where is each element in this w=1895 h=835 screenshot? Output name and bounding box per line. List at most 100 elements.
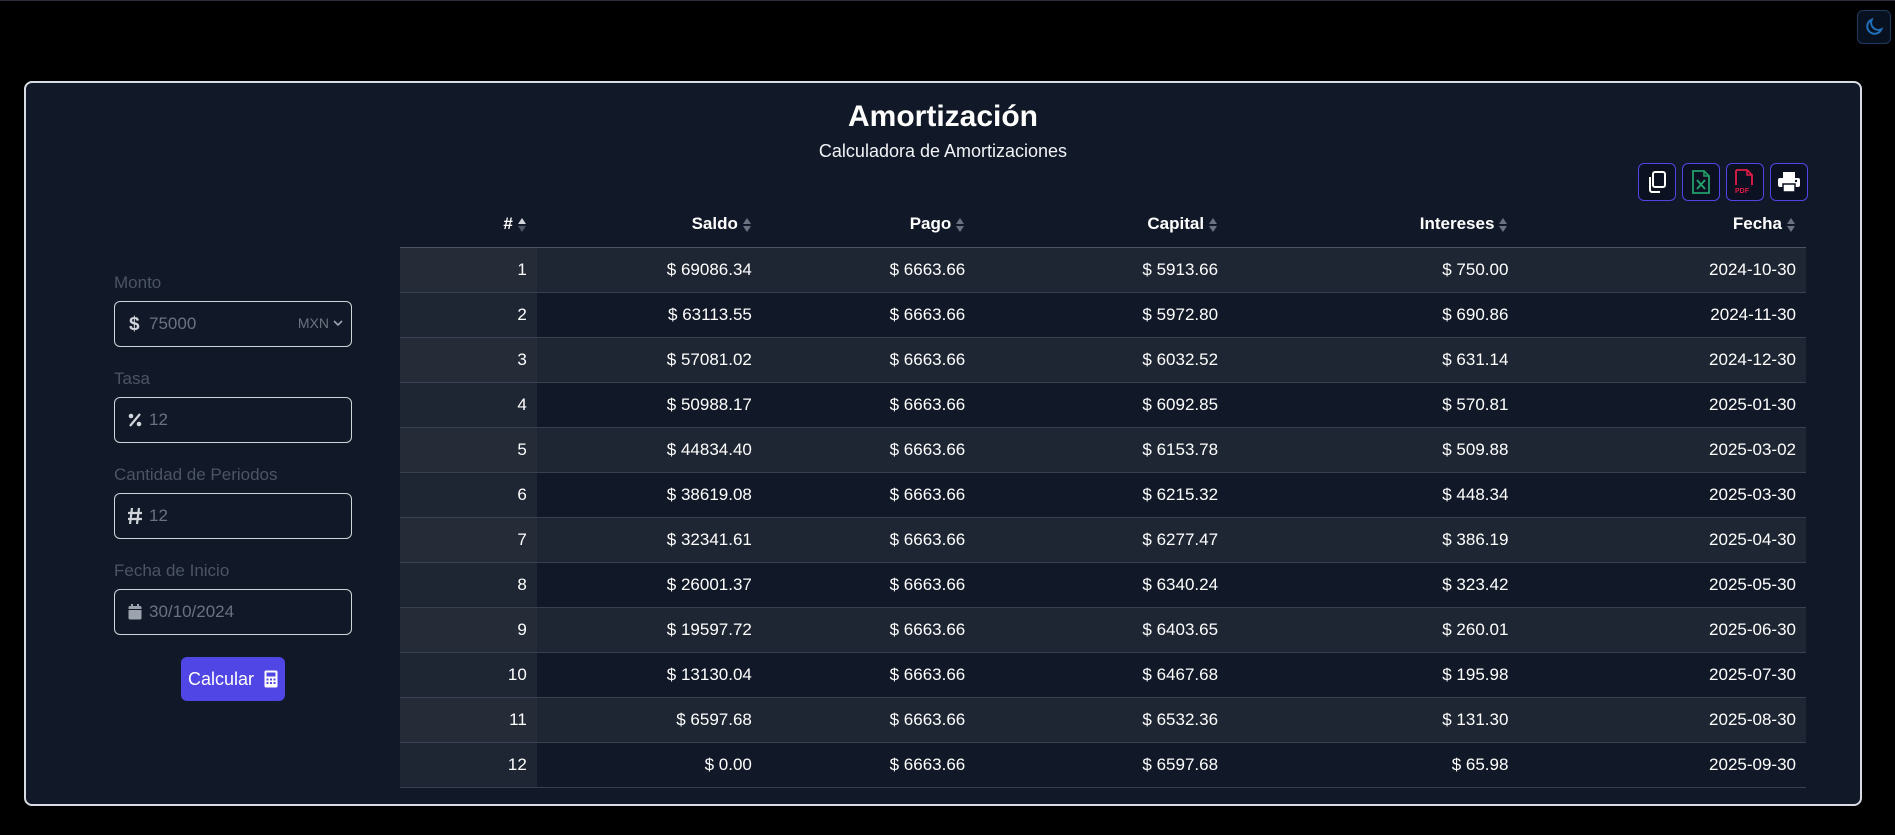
table-cell: $ 44834.40 <box>536 427 762 473</box>
table-cell: $ 6663.66 <box>761 652 976 698</box>
sort-icon <box>742 217 751 232</box>
table-cell: $ 6663.66 <box>761 382 976 428</box>
sort-icon <box>1787 217 1795 232</box>
monto-input[interactable] <box>149 314 289 334</box>
table-cell: 3 <box>400 337 537 383</box>
fecha-field[interactable] <box>114 589 352 635</box>
table-cell: $ 6597.68 <box>975 742 1229 788</box>
column-header[interactable]: Saldo <box>536 201 762 248</box>
amortization-form: Monto $ MXN Tasa Cantidad de Periodos <box>114 273 352 701</box>
calendar-icon <box>125 602 145 622</box>
table-cell: $ 6467.68 <box>975 652 1229 698</box>
table-cell: $ 195.98 <box>1228 652 1519 698</box>
page-subtitle: Calculadora de Amortizaciones <box>818 141 1068 161</box>
copy-button[interactable] <box>1638 163 1676 201</box>
table-cell: 2025-09-30 <box>1518 742 1806 788</box>
percent-icon <box>125 410 145 430</box>
table-cell: 8 <box>400 562 537 608</box>
table-cell: 6 <box>400 472 537 518</box>
table-row: 6 $ 38619.08 $ 6663.66 $ 6215.32 $ 448.34 202… <box>400 472 1806 518</box>
table-cell: 1 <box>400 247 537 293</box>
table-cell: $ 260.01 <box>1228 607 1519 653</box>
table-row: 5 $ 44834.40 $ 6663.66 $ 6153.78 $ 509.88 202… <box>400 427 1806 473</box>
table-cell: 12 <box>400 742 537 788</box>
table-cell: 2025-01-30 <box>1518 382 1806 428</box>
sort-icon <box>517 217 526 232</box>
table-row: 7 $ 32341.61 $ 6663.66 $ 6277.47 $ 386.19 202… <box>400 517 1806 563</box>
table-cell: $ 6663.66 <box>761 292 976 338</box>
chevron-down-icon <box>333 320 343 327</box>
calcular-button[interactable]: Calcular <box>181 657 285 701</box>
table-cell: $ 0.00 <box>536 742 762 788</box>
table-row: 9 $ 19597.72 $ 6663.66 $ 6403.65 $ 260.01 202… <box>400 607 1806 653</box>
table-cell: 2 <box>400 292 537 338</box>
svg-text:PDF: PDF <box>1735 188 1750 195</box>
pdf-button[interactable]: PDF <box>1726 163 1764 201</box>
table-cell: $ 131.30 <box>1228 697 1519 743</box>
column-header-label: Intereses <box>1419 214 1495 233</box>
table-cell: $ 6277.47 <box>975 517 1229 563</box>
table-row: 12 $ 0.00 $ 6663.66 $ 6597.68 $ 65.98 2025-09… <box>400 742 1806 788</box>
table-row: 11 $ 6597.68 $ 6663.66 $ 6532.36 $ 131.30 202… <box>400 697 1806 743</box>
table-cell: $ 19597.72 <box>536 607 762 653</box>
amortization-card: Amortización Calculadora de Amortizacion… <box>24 81 1862 806</box>
theme-toggle-button[interactable] <box>1857 10 1891 44</box>
table-cell: $ 509.88 <box>1228 427 1519 473</box>
table-cell: 2024-12-30 <box>1518 337 1806 383</box>
periodos-field[interactable] <box>114 493 352 539</box>
table-cell: 11 <box>400 697 537 743</box>
table-row: 3 $ 57081.02 $ 6663.66 $ 6032.52 $ 631.14 202… <box>400 337 1806 383</box>
monto-field[interactable]: $ MXN <box>114 301 352 347</box>
table-cell: $ 6153.78 <box>975 427 1229 473</box>
print-icon <box>1778 172 1800 193</box>
currency-select[interactable]: MXN <box>298 315 343 331</box>
column-header-label: Capital <box>1147 214 1205 233</box>
amortization-table: # Saldo Pago Capital Intereses Fecha 1 $ 69086… <box>400 201 1806 788</box>
table-cell: $ 65.98 <box>1228 742 1519 788</box>
tasa-input[interactable] <box>149 410 289 430</box>
table-cell: 2024-10-30 <box>1518 247 1806 293</box>
tasa-label: Tasa <box>114 369 150 388</box>
table-cell: $ 6663.66 <box>761 517 976 563</box>
table-row: 2 $ 63113.55 $ 6663.66 $ 5972.80 $ 690.86 202… <box>400 292 1806 338</box>
table-cell: $ 13130.04 <box>536 652 762 698</box>
table-cell: $ 6663.66 <box>761 247 976 293</box>
table-cell: $ 6663.66 <box>761 607 976 653</box>
periodos-input[interactable] <box>149 506 289 526</box>
table-cell: $ 6663.66 <box>761 472 976 518</box>
periodos-label: Cantidad de Periodos <box>114 465 278 484</box>
excel-button[interactable] <box>1682 163 1720 201</box>
column-header[interactable]: Intereses <box>1228 201 1519 248</box>
copy-icon <box>1649 171 1666 193</box>
table-cell: $ 570.81 <box>1228 382 1519 428</box>
calculator-icon <box>264 670 278 688</box>
pdf-icon: PDF <box>1735 169 1753 195</box>
table-cell: $ 6663.66 <box>761 697 976 743</box>
table-cell: $ 6092.85 <box>975 382 1229 428</box>
dollar-icon: $ <box>125 314 145 334</box>
column-header[interactable]: Fecha <box>1518 201 1806 248</box>
table-cell: $ 386.19 <box>1228 517 1519 563</box>
column-header[interactable]: Capital <box>975 201 1229 248</box>
page-title: Amortización <box>847 100 1039 133</box>
top-border <box>0 0 1895 1</box>
table-row: 8 $ 26001.37 $ 6663.66 $ 6340.24 $ 323.42 202… <box>400 562 1806 608</box>
column-header[interactable]: # <box>400 201 537 248</box>
fecha-input[interactable] <box>149 602 289 622</box>
calcular-label: Calcular <box>187 668 255 689</box>
tasa-field[interactable] <box>114 397 352 443</box>
table-cell: $ 6532.36 <box>975 697 1229 743</box>
column-header[interactable]: Pago <box>761 201 976 248</box>
table-cell: $ 448.34 <box>1228 472 1519 518</box>
table-cell: 10 <box>400 652 537 698</box>
table-cell: $ 6403.65 <box>975 607 1229 653</box>
table-cell: $ 26001.37 <box>536 562 762 608</box>
table-cell: $ 631.14 <box>1228 337 1519 383</box>
print-button[interactable] <box>1770 163 1808 201</box>
table-cell: 2025-03-30 <box>1518 472 1806 518</box>
table-body: 1 $ 69086.34 $ 6663.66 $ 5913.66 $ 750.00 202… <box>400 247 1806 788</box>
table-cell: 2025-08-30 <box>1518 697 1806 743</box>
column-header-label: # <box>503 214 513 233</box>
table-cell: 4 <box>400 382 537 428</box>
table-cell: $ 63113.55 <box>536 292 762 338</box>
